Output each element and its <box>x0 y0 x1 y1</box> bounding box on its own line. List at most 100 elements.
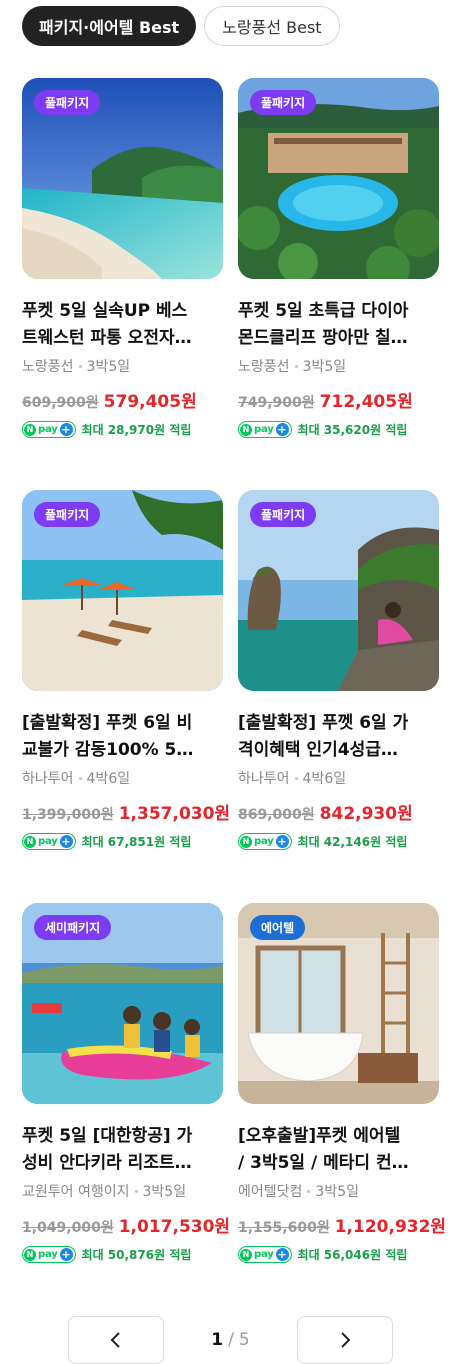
title-line: 푸켓 5일 초특급 다이아 <box>238 301 409 321</box>
npay-n: N <box>24 423 36 436</box>
product-card[interactable]: 풀패키지 [출발확정] 푸켓 6일 비 교불가 감동100% 5… 하나투어 4박… <box>22 490 230 850</box>
npay-points: Npay + 최대 28,970원 적립 <box>22 421 223 438</box>
npay-plus-icon: Npay + <box>238 833 292 850</box>
npay-plus-icon: Npay + <box>22 833 76 850</box>
npay-plus-icon: Npay + <box>238 1246 292 1263</box>
separator-dot <box>294 776 298 780</box>
npay-plus-icon: Npay + <box>238 421 292 438</box>
npay-points-text: 최대 28,970원 적립 <box>81 423 192 437</box>
product-title[interactable]: [오후출발]푸켓 에어텔 / 3박5일 / 메타디 컨… <box>238 1123 439 1177</box>
npay-points-text: 최대 56,046원 적립 <box>297 1248 408 1262</box>
category-tabs: 패키지·에어텔 Best 노랑풍선 Best <box>22 6 340 46</box>
next-page-button[interactable] <box>297 1316 393 1364</box>
total-pages: 5 <box>238 1330 250 1350</box>
separator-dot <box>307 1189 311 1193</box>
npay-points-text: 최대 67,851원 적립 <box>81 835 192 849</box>
seller-name: 하나투어 <box>22 771 74 787</box>
npay-points: Npay + 최대 50,876원 적립 <box>22 1246 223 1263</box>
product-meta: 교원투어 여행이지 3박5일 <box>22 1181 223 1201</box>
product-title[interactable]: 푸켓 5일 초특급 다이아 몬드클리프 팡아만 칠… <box>238 298 439 352</box>
product-title[interactable]: [출발확정] 푸껫 6일 가 격이혜택 인기4성급… <box>238 710 439 764</box>
price-row: 1,049,000원 1,017,530원 <box>22 1212 230 1237</box>
package-type-badge: 풀패키지 <box>34 502 101 527</box>
tab-noranghpoongsun-best[interactable]: 노랑풍선 Best <box>204 6 340 46</box>
package-type-badge: 에어텔 <box>250 915 306 940</box>
npay-plus: + <box>59 835 73 848</box>
npay-pay: pay <box>38 836 58 847</box>
tab-package-airtel-best[interactable]: 패키지·에어텔 Best <box>22 6 197 46</box>
npay-points: Npay + 최대 67,851원 적립 <box>22 833 223 850</box>
original-price: 1,049,000원 <box>22 1220 114 1236</box>
trip-duration: 4박6일 <box>302 771 347 787</box>
product-meta: 하나투어 4박6일 <box>238 768 439 788</box>
title-line: 성비 안다키라 리조트… <box>22 1153 192 1173</box>
npay-plus: + <box>59 423 73 436</box>
seller-name: 노랑풍선 <box>22 359 74 375</box>
npay-plus: + <box>275 423 289 436</box>
product-image[interactable]: 풀패키지 <box>238 78 439 279</box>
npay-points: Npay + 최대 35,620원 적립 <box>238 421 439 438</box>
product-card[interactable]: 풀패키지 [출발확정] 푸껫 6일 가 격이혜택 인기4성급… 하나투어 4박6일… <box>238 490 439 850</box>
npay-pay: pay <box>254 1249 274 1260</box>
product-title[interactable]: [출발확정] 푸켓 6일 비 교불가 감동100% 5… <box>22 710 223 764</box>
prev-page-button[interactable] <box>68 1316 164 1364</box>
price-row: 749,900원 712,405원 <box>238 387 439 412</box>
npay-n: N <box>24 1248 36 1261</box>
npay-points: Npay + 최대 56,046원 적립 <box>238 1246 439 1263</box>
title-line: 푸켓 5일 실속UP 베스 <box>22 301 188 321</box>
npay-n: N <box>240 1248 252 1261</box>
npay-points-text: 최대 35,620원 적립 <box>297 423 408 437</box>
npay-plus-icon: Npay + <box>22 1246 76 1263</box>
seller-name: 에어텔닷컴 <box>238 1184 303 1200</box>
title-line: / 3박5일 / 메타디 컨… <box>238 1153 409 1173</box>
title-line: 교불가 감동100% 5… <box>22 740 194 760</box>
package-type-badge: 풀패키지 <box>250 90 317 115</box>
product-image[interactable]: 세미패키지 <box>22 903 223 1104</box>
page-separator: / <box>228 1330 234 1350</box>
npay-pay: pay <box>254 836 274 847</box>
sale-price: 579,405원 <box>103 392 197 412</box>
npay-points-text: 최대 50,876원 적립 <box>81 1248 192 1262</box>
npay-n: N <box>240 835 252 848</box>
package-type-badge: 풀패키지 <box>34 90 101 115</box>
title-line: [출발확정] 푸껫 6일 가 <box>238 713 409 733</box>
page-indicator: 1 / 5 <box>164 1316 297 1364</box>
sale-price: 1,120,932원 <box>334 1217 447 1237</box>
sale-price: 1,357,030원 <box>118 804 231 824</box>
npay-pay: pay <box>254 424 274 435</box>
product-title[interactable]: 푸켓 5일 실속UP 베스 트웨스턴 파통 오전자… <box>22 298 223 352</box>
product-card[interactable]: 에어텔 [오후출발]푸켓 에어텔 / 3박5일 / 메타디 컨… 에어텔닷컴 3박… <box>238 903 446 1263</box>
title-line: [출발확정] 푸켓 6일 비 <box>22 713 193 733</box>
product-card[interactable]: 풀패키지 푸켓 5일 실속UP 베스 트웨스턴 파통 오전자… 노랑풍선 3박5일… <box>22 78 223 438</box>
npay-points-text: 최대 42,146원 적립 <box>297 835 408 849</box>
product-image[interactable]: 풀패키지 <box>22 78 223 279</box>
pagination: 1 / 5 <box>68 1316 393 1364</box>
title-line: 몬드클리프 팡아만 칠… <box>238 328 408 348</box>
npay-pay: pay <box>38 424 58 435</box>
separator-dot <box>78 364 82 368</box>
npay-plus: + <box>59 1248 73 1261</box>
original-price: 1,399,000원 <box>22 807 114 823</box>
separator-dot <box>134 1189 138 1193</box>
product-meta: 에어텔닷컴 3박5일 <box>238 1181 439 1201</box>
product-card[interactable]: 풀패키지 푸켓 5일 초특급 다이아 몬드클리프 팡아만 칠… 노랑풍선 3박5일… <box>238 78 439 438</box>
sale-price: 712,405원 <box>319 392 413 412</box>
chevron-right-icon <box>341 1332 351 1348</box>
product-title[interactable]: 푸켓 5일 [대한항공] 가 성비 안다키라 리조트… <box>22 1123 223 1177</box>
price-row: 1,399,000원 1,357,030원 <box>22 799 230 824</box>
product-image[interactable]: 풀패키지 <box>238 490 439 691</box>
package-type-badge: 풀패키지 <box>250 502 317 527</box>
product-image[interactable]: 에어텔 <box>238 903 439 1104</box>
product-image[interactable]: 풀패키지 <box>22 490 223 691</box>
sale-price: 842,930원 <box>319 804 413 824</box>
npay-plus: + <box>275 835 289 848</box>
npay-pay: pay <box>38 1249 58 1260</box>
price-row: 609,900원 579,405원 <box>22 387 223 412</box>
separator-dot <box>78 776 82 780</box>
npay-n: N <box>240 423 252 436</box>
trip-duration: 4박6일 <box>86 771 131 787</box>
price-row: 869,000원 842,930원 <box>238 799 439 824</box>
original-price: 609,900원 <box>22 395 99 411</box>
product-card[interactable]: 세미패키지 푸켓 5일 [대한항공] 가 성비 안다키라 리조트… 교원투어 여… <box>22 903 230 1263</box>
seller-name: 교원투어 여행이지 <box>22 1184 130 1200</box>
